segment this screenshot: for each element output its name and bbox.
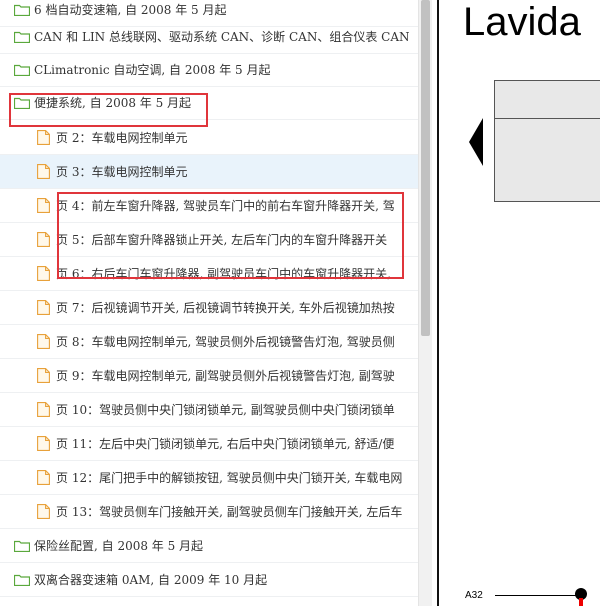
tree-item-label: 页 2：车载电网控制单元 [56, 131, 188, 145]
page-icon [37, 164, 50, 179]
tree-item-label: 6 档自动变速箱, 自 2008 年 5 月起 [34, 3, 227, 17]
page-icon [37, 334, 50, 349]
tree-page-item[interactable]: 页 13：驾驶员侧车门接触开关, 副驾驶员侧车门接触开关, 左后车 [0, 495, 418, 529]
folder-icon [13, 4, 31, 16]
control-unit-divider [494, 118, 600, 119]
red-wire-stub [579, 598, 583, 606]
document-tree: 6 档自动变速箱, 自 2008 年 5 月起 CAN 和 LIN 总线联网、驱动… [0, 0, 418, 606]
page-icon [37, 300, 50, 315]
tree-item-label: 页 11：左后中央门锁闭锁单元, 右后中央门锁闭锁单元, 舒适/便 [56, 437, 395, 451]
tree-folder-item[interactable]: CLimatronic 自动空调, 自 2008 年 5 月起 [0, 53, 418, 87]
tree-item-label: CLimatronic 自动空调, 自 2008 年 5 月起 [34, 63, 271, 77]
diagram-title: Lavida [463, 0, 581, 44]
tree-page-item[interactable]: 页 10：驾驶员侧中央门锁闭锁单元, 副驾驶员侧中央门锁闭锁单 [0, 393, 418, 427]
connector-label: A32 [465, 590, 483, 601]
folder-icon [13, 31, 31, 43]
tree-page-item[interactable]: 页 9：车载电网控制单元, 副驾驶员侧外后视镜警告灯泡, 副驾驶 [0, 359, 418, 393]
page-icon [37, 198, 50, 213]
page-icon [37, 436, 50, 451]
page-icon [37, 232, 50, 247]
page-icon [37, 470, 50, 485]
control-unit-box [494, 80, 600, 202]
tree-item-label: 页 8：车载电网控制单元, 驾驶员侧外后视镜警告灯泡, 驾驶员侧 [56, 335, 395, 349]
tree-item-label: 页 9：车载电网控制单元, 副驾驶员侧外后视镜警告灯泡, 副驾驶 [56, 369, 395, 383]
tree-page-item[interactable]: 页 11：左后中央门锁闭锁单元, 右后中央门锁闭锁单元, 舒适/便 [0, 427, 418, 461]
tree-item-label: CAN 和 LIN 总线联网、驱动系统 CAN、诊断 CAN、组合仪表 CAN [34, 30, 410, 44]
tree-scrollbar-thumb[interactable] [421, 0, 430, 336]
folder-icon [13, 574, 31, 586]
page-icon [37, 266, 50, 281]
tree-item-label: 页 7：后视镜调节开关, 后视镜调节转换开关, 车外后视镜加热按 [56, 301, 395, 315]
tree-item-label: 页 3：车载电网控制单元 [56, 165, 188, 179]
tree-page-item[interactable]: 页 8：车载电网控制单元, 驾驶员侧外后视镜警告灯泡, 驾驶员侧 [0, 325, 418, 359]
tree-item-label: 保险丝配置, 自 2008 年 5 月起 [34, 539, 204, 553]
tree-item-label: 页 13：驾驶员侧车门接触开关, 副驾驶员侧车门接触开关, 左后车 [56, 505, 403, 519]
wiring-diagram-pane: Lavida A32 [439, 0, 600, 606]
tree-item-label: 页 10：驾驶员侧中央门锁闭锁单元, 副驾驶员侧中央门锁闭锁单 [56, 403, 395, 417]
page-icon [37, 402, 50, 417]
tree-folder-item[interactable]: 保险丝配置, 自 2008 年 5 月起 [0, 529, 418, 563]
tree-item-label: 双离合器变速箱 0AM, 自 2009 年 10 月起 [34, 573, 268, 587]
tree-folder-item[interactable]: 双离合器变速箱 0AM, 自 2009 年 10 月起 [0, 563, 418, 597]
tree-page-item[interactable]: 页 7：后视镜调节开关, 后视镜调节转换开关, 车外后视镜加热按 [0, 291, 418, 325]
tree-folder-item[interactable]: CAN 和 LIN 总线联网、驱动系统 CAN、诊断 CAN、组合仪表 CAN [0, 20, 418, 54]
folder-icon [13, 64, 31, 76]
tree-page-item[interactable]: 页 12：尾门把手中的解锁按钮, 驾驶员侧中央门锁开关, 车载电网 [0, 461, 418, 495]
page-icon [37, 130, 50, 145]
tree-item-label: 页 12：尾门把手中的解锁按钮, 驾驶员侧中央门锁开关, 车载电网 [56, 471, 403, 485]
page-icon [37, 504, 50, 519]
connector-wire [495, 595, 581, 596]
folder-icon [13, 540, 31, 552]
annotation-box-pages [57, 192, 404, 279]
left-arrow-icon [469, 118, 483, 166]
annotation-box-folder [9, 93, 208, 127]
page-icon [37, 368, 50, 383]
tree-page-item[interactable]: 页 3：车载电网控制单元 [0, 155, 418, 189]
